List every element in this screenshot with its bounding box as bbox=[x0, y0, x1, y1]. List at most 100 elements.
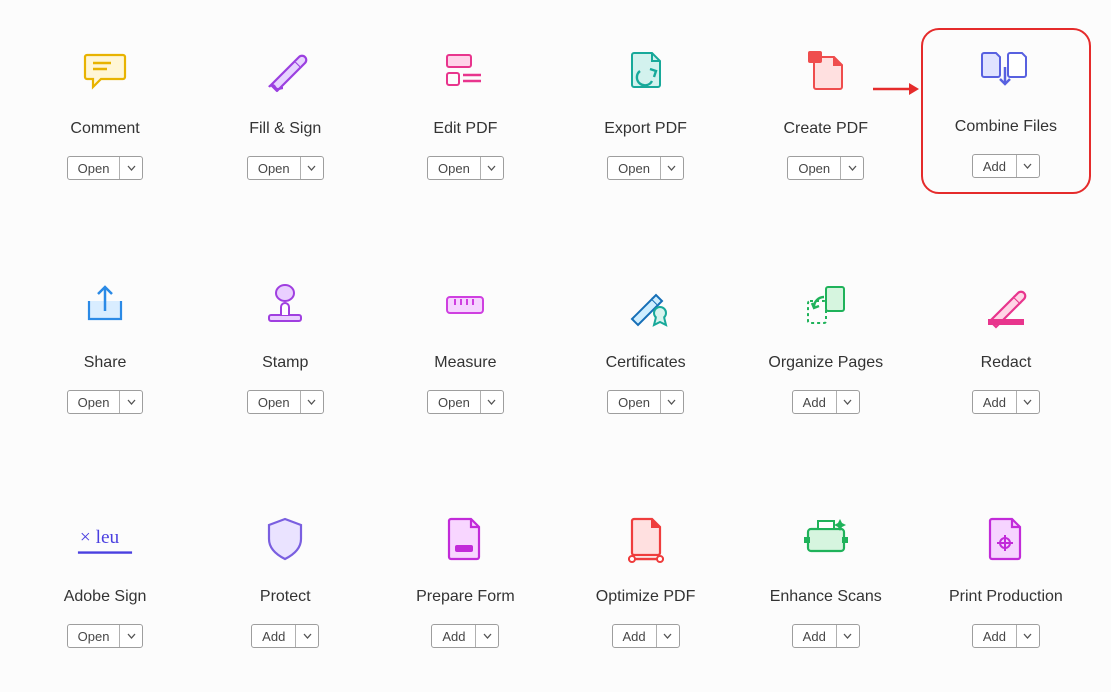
open-button[interactable]: Open bbox=[608, 157, 661, 179]
export-pdf-icon bbox=[617, 42, 675, 100]
tool-redact[interactable]: RedactAdd bbox=[921, 264, 1091, 428]
open-split-button[interactable]: Open bbox=[247, 390, 324, 414]
tool-organize-pages[interactable]: Organize PagesAdd bbox=[741, 264, 911, 428]
add-split-button[interactable]: Add bbox=[972, 624, 1040, 648]
add-split-button[interactable]: Add bbox=[972, 390, 1040, 414]
open-split-button[interactable]: Open bbox=[67, 390, 144, 414]
tool-edit-pdf[interactable]: Edit PDF Open bbox=[380, 30, 550, 194]
tool-label: Create PDF bbox=[784, 120, 868, 138]
open-button[interactable]: Open bbox=[608, 391, 661, 413]
open-split-button[interactable]: Open bbox=[67, 624, 144, 648]
measure-icon bbox=[436, 276, 494, 334]
combine-files-icon bbox=[977, 40, 1035, 98]
share-icon bbox=[76, 276, 134, 334]
tool-stamp[interactable]: Stamp Open bbox=[200, 264, 370, 428]
tool-label: Fill & Sign bbox=[249, 120, 321, 138]
dropdown-caret-icon[interactable] bbox=[481, 157, 503, 179]
open-split-button[interactable]: Open bbox=[427, 390, 504, 414]
dropdown-caret-icon[interactable] bbox=[657, 625, 679, 647]
svg-text:× leu: × leu bbox=[80, 527, 120, 548]
tool-measure[interactable]: Measure Open bbox=[380, 264, 550, 428]
tool-certificates[interactable]: CertificatesOpen bbox=[561, 264, 731, 428]
tool-label: Prepare Form bbox=[416, 588, 515, 606]
dropdown-caret-icon[interactable] bbox=[661, 157, 683, 179]
tool-export-pdf[interactable]: Export PDFOpen bbox=[561, 30, 731, 194]
tool-label: Optimize PDF bbox=[596, 588, 696, 606]
comment-icon bbox=[76, 42, 134, 100]
open-split-button[interactable]: Open bbox=[247, 156, 324, 180]
dropdown-caret-icon[interactable] bbox=[120, 157, 142, 179]
dropdown-caret-icon[interactable] bbox=[296, 625, 318, 647]
dropdown-caret-icon[interactable] bbox=[481, 391, 503, 413]
add-split-button[interactable]: Add bbox=[792, 390, 860, 414]
adobe-sign-icon: × leu bbox=[76, 510, 134, 568]
tool-label: Share bbox=[84, 354, 127, 372]
add-button[interactable]: Add bbox=[973, 391, 1017, 413]
tool-fill-sign[interactable]: Fill & Sign Open bbox=[200, 30, 370, 194]
dropdown-caret-icon[interactable] bbox=[301, 157, 323, 179]
add-split-button[interactable]: Add bbox=[431, 624, 499, 648]
open-button[interactable]: Open bbox=[248, 391, 301, 413]
certificates-icon bbox=[617, 276, 675, 334]
open-button[interactable]: Open bbox=[68, 391, 121, 413]
open-split-button[interactable]: Open bbox=[787, 156, 864, 180]
tool-label: Measure bbox=[434, 354, 496, 372]
tool-label: Protect bbox=[260, 588, 311, 606]
add-button[interactable]: Add bbox=[973, 625, 1017, 647]
tool-combine-files[interactable]: Combine Files Add bbox=[921, 28, 1091, 194]
dropdown-caret-icon[interactable] bbox=[1017, 625, 1039, 647]
add-split-button[interactable]: Add bbox=[972, 154, 1040, 178]
open-split-button[interactable]: Open bbox=[607, 390, 684, 414]
add-button[interactable]: Add bbox=[252, 625, 296, 647]
open-button[interactable]: Open bbox=[428, 391, 481, 413]
dropdown-caret-icon[interactable] bbox=[120, 625, 142, 647]
stamp-icon bbox=[256, 276, 314, 334]
edit-pdf-icon bbox=[436, 42, 494, 100]
open-button[interactable]: Open bbox=[248, 157, 301, 179]
tool-label: Adobe Sign bbox=[64, 588, 147, 606]
organize-pages-icon bbox=[797, 276, 855, 334]
dropdown-caret-icon[interactable] bbox=[120, 391, 142, 413]
tool-print-prod[interactable]: Print ProductionAdd bbox=[921, 498, 1091, 662]
dropdown-caret-icon[interactable] bbox=[1017, 155, 1039, 177]
open-button[interactable]: Open bbox=[68, 157, 121, 179]
tool-adobe-sign[interactable]: × leu Adobe Sign Open bbox=[20, 498, 190, 662]
add-button[interactable]: Add bbox=[793, 391, 837, 413]
redact-icon bbox=[977, 276, 1035, 334]
prepare-form-icon bbox=[436, 510, 494, 568]
open-split-button[interactable]: Open bbox=[67, 156, 144, 180]
add-split-button[interactable]: Add bbox=[792, 624, 860, 648]
open-split-button[interactable]: Open bbox=[607, 156, 684, 180]
tool-label: Stamp bbox=[262, 354, 308, 372]
open-button[interactable]: Open bbox=[428, 157, 481, 179]
add-split-button[interactable]: Add bbox=[251, 624, 319, 648]
tool-label: Combine Files bbox=[955, 118, 1057, 136]
tool-enhance-scans[interactable]: Enhance Scans Add bbox=[741, 498, 911, 662]
dropdown-caret-icon[interactable] bbox=[837, 391, 859, 413]
add-button[interactable]: Add bbox=[973, 155, 1017, 177]
dropdown-caret-icon[interactable] bbox=[476, 625, 498, 647]
tool-label: Enhance Scans bbox=[770, 588, 882, 606]
open-split-button[interactable]: Open bbox=[427, 156, 504, 180]
tools-grid: CommentOpenFill & SignOpenEdit PDFOpenEx… bbox=[20, 30, 1091, 662]
dropdown-caret-icon[interactable] bbox=[837, 625, 859, 647]
dropdown-caret-icon[interactable] bbox=[661, 391, 683, 413]
tool-comment[interactable]: CommentOpen bbox=[20, 30, 190, 194]
open-button[interactable]: Open bbox=[68, 625, 121, 647]
open-button[interactable]: Open bbox=[788, 157, 841, 179]
tool-create-pdf[interactable]: Create PDF Open bbox=[741, 30, 911, 194]
dropdown-caret-icon[interactable] bbox=[841, 157, 863, 179]
tool-label: Edit PDF bbox=[433, 120, 497, 138]
tool-protect[interactable]: Protect Add bbox=[200, 498, 370, 662]
create-pdf-icon bbox=[797, 42, 855, 100]
tool-prepare-form[interactable]: Prepare Form Add bbox=[380, 498, 550, 662]
dropdown-caret-icon[interactable] bbox=[301, 391, 323, 413]
add-button[interactable]: Add bbox=[432, 625, 476, 647]
protect-icon bbox=[256, 510, 314, 568]
add-split-button[interactable]: Add bbox=[612, 624, 680, 648]
add-button[interactable]: Add bbox=[613, 625, 657, 647]
tool-share[interactable]: Share Open bbox=[20, 264, 190, 428]
dropdown-caret-icon[interactable] bbox=[1017, 391, 1039, 413]
add-button[interactable]: Add bbox=[793, 625, 837, 647]
tool-optimize-pdf[interactable]: Optimize PDF Add bbox=[561, 498, 731, 662]
